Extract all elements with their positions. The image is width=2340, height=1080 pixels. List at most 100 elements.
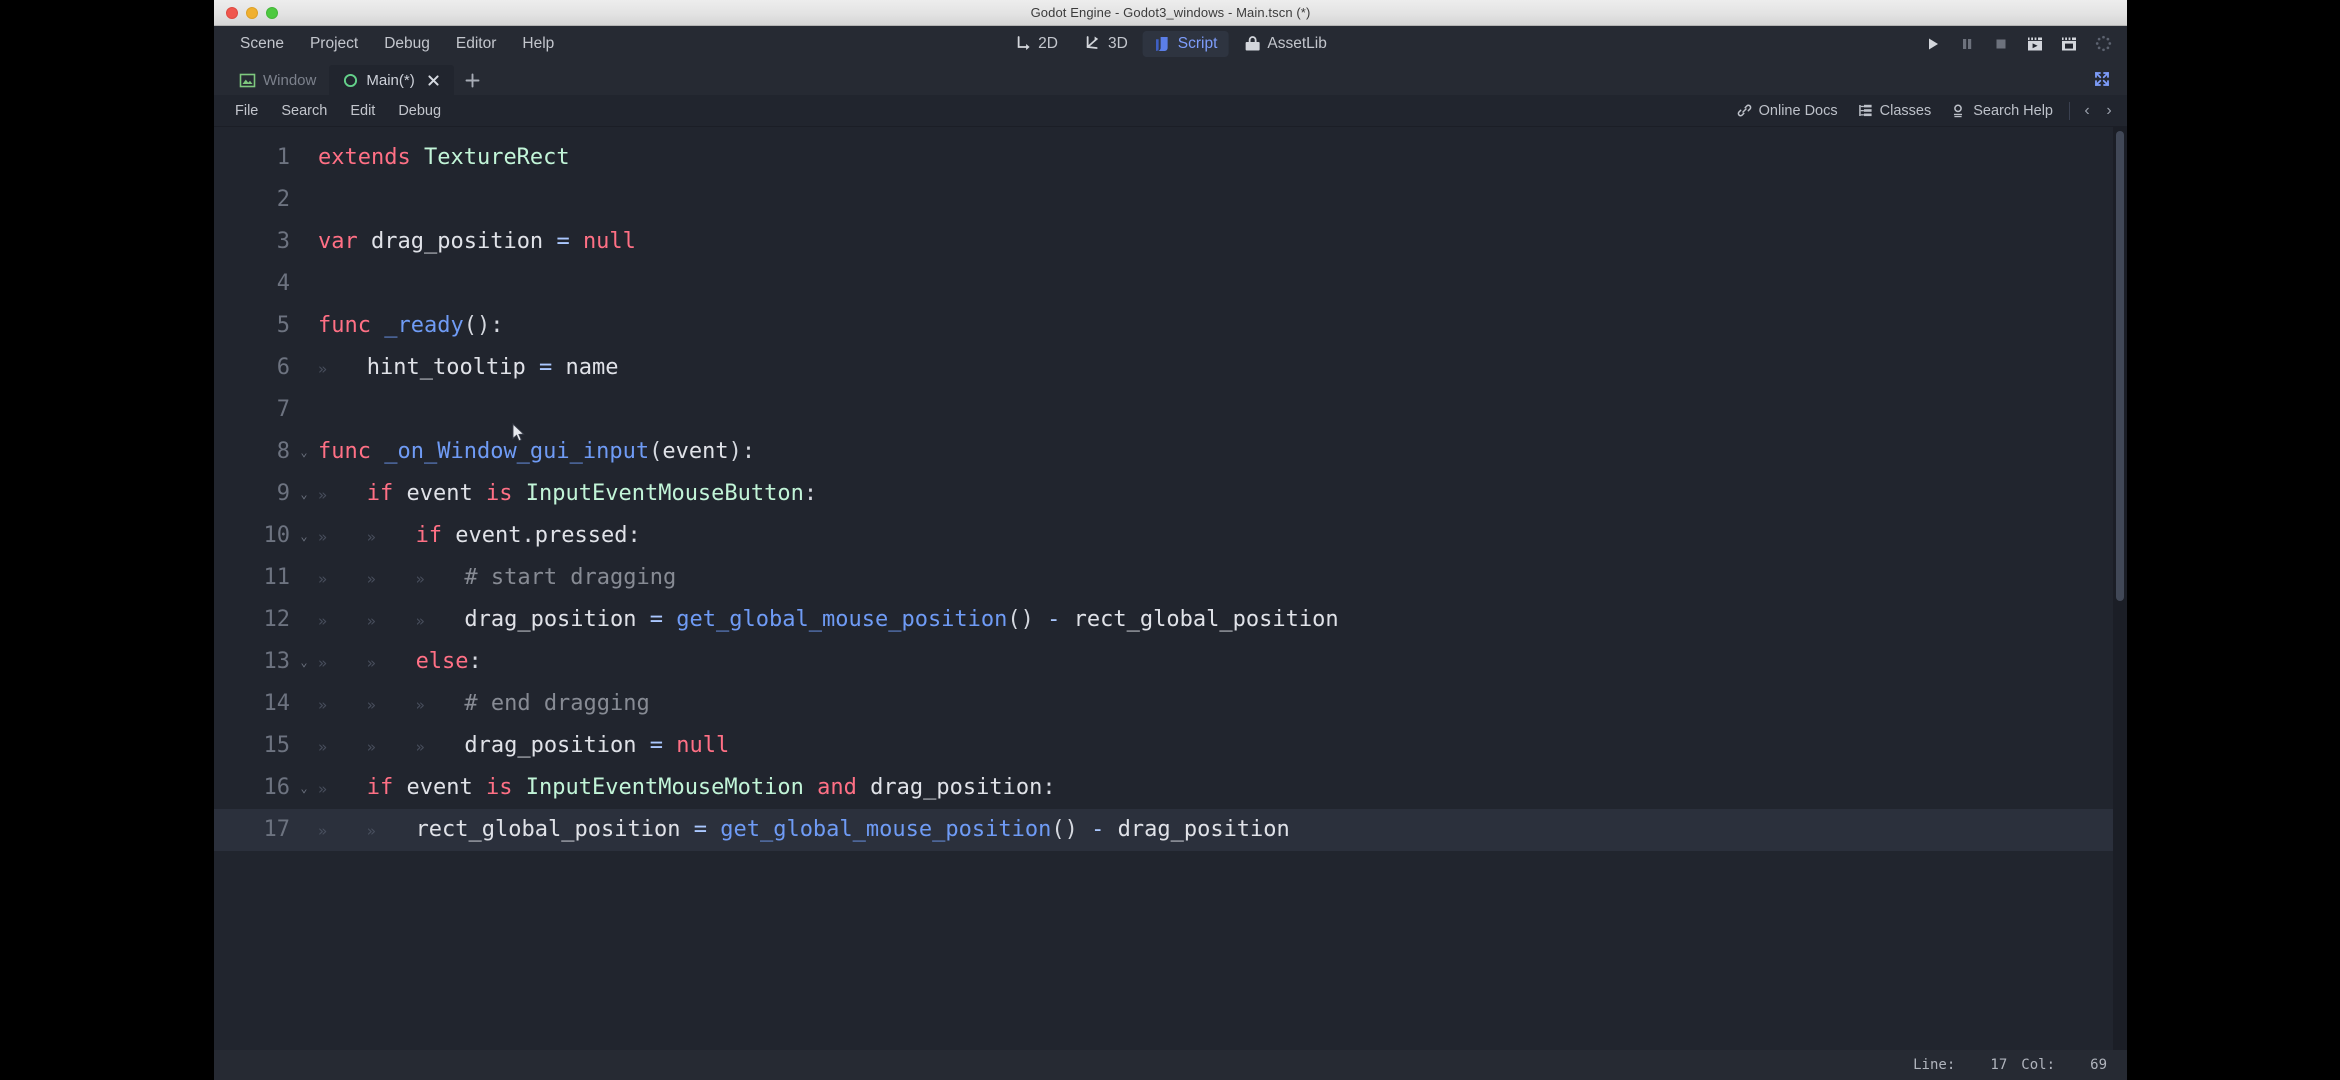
script-tab-strip: Window Main(*) bbox=[214, 61, 2127, 95]
token-punc: ( bbox=[649, 439, 663, 464]
menu-help[interactable]: Help bbox=[510, 30, 566, 58]
main-tab-2d[interactable]: 2D bbox=[1003, 31, 1069, 57]
code-line[interactable]: 16 ⌄» if event is InputEventMouseMotion a… bbox=[214, 767, 2127, 809]
code-line[interactable]: 9 ⌄» if event is InputEventMouseButton: bbox=[214, 473, 2127, 515]
close-window-button[interactable] bbox=[226, 7, 238, 19]
script-help-group: Online Docs Classes Search Help ‹ › bbox=[1728, 99, 2119, 123]
code-line[interactable]: 5 func _ready(): bbox=[214, 305, 2127, 347]
code-text: » » » drag_position = null bbox=[312, 725, 729, 768]
main-tab-label: Script bbox=[1177, 34, 1218, 52]
indent-guide: » bbox=[318, 611, 328, 630]
script-tab-window[interactable]: Window bbox=[226, 65, 329, 95]
maximize-window-button[interactable] bbox=[266, 7, 278, 19]
line-number: 15 bbox=[263, 733, 291, 758]
code-line[interactable]: 2 bbox=[214, 179, 2127, 221]
editor-vertical-scrollbar[interactable] bbox=[2113, 127, 2127, 1050]
script-menu-file[interactable]: File bbox=[224, 99, 269, 123]
menu-debug[interactable]: Debug bbox=[372, 30, 442, 58]
distraction-free-mode-icon[interactable] bbox=[2091, 68, 2113, 90]
code-line[interactable]: 7 bbox=[214, 389, 2127, 431]
indent-guide: » bbox=[318, 485, 328, 504]
script-menu-debug[interactable]: Debug bbox=[387, 99, 452, 123]
script-menu-edit[interactable]: Edit bbox=[339, 99, 386, 123]
token-punc: : bbox=[627, 522, 641, 548]
indent-guide: » bbox=[415, 695, 425, 714]
class-list-icon bbox=[1858, 103, 1874, 119]
token-punc: (): bbox=[463, 313, 504, 338]
history-previous-button[interactable]: ‹ bbox=[2077, 100, 2097, 122]
token-id bbox=[371, 439, 384, 464]
online-docs-button[interactable]: Online Docs bbox=[1728, 99, 1847, 123]
main-tab-3d[interactable]: 3D bbox=[1073, 31, 1139, 57]
classes-button[interactable]: Classes bbox=[1849, 99, 1941, 123]
play-button[interactable] bbox=[1923, 34, 1943, 54]
indent-guide: » bbox=[318, 779, 328, 798]
menu-editor[interactable]: Editor bbox=[444, 30, 509, 58]
code-line[interactable]: 1 extends TextureRect bbox=[214, 137, 2127, 179]
main-tab-label: 2D bbox=[1038, 34, 1058, 52]
play-scene-button[interactable] bbox=[2025, 34, 2045, 54]
token-id bbox=[513, 775, 526, 800]
code-line[interactable]: 12 » » » drag_position = get_global_mouse… bbox=[214, 599, 2127, 641]
line-number: 2 bbox=[276, 187, 290, 212]
code-line[interactable]: 17 » » rect_global_position = get_global_… bbox=[214, 809, 2127, 851]
col-value: 69 bbox=[2090, 1057, 2107, 1073]
token-kw: var bbox=[318, 229, 358, 254]
token-punc: . bbox=[521, 522, 535, 548]
fold-arrow-icon[interactable]: ⌄ bbox=[296, 515, 312, 557]
script-menu-search[interactable]: Search bbox=[270, 99, 338, 123]
token-id bbox=[663, 733, 676, 758]
token-id: name bbox=[552, 354, 619, 380]
code-editor[interactable]: 1 extends TextureRect 2 3 var drag_position … bbox=[214, 127, 2127, 1050]
code-line[interactable]: 10 ⌄» » if event.pressed: bbox=[214, 515, 2127, 557]
menu-scene[interactable]: Scene bbox=[228, 30, 296, 58]
history-next-button[interactable]: › bbox=[2099, 100, 2119, 122]
stop-button[interactable] bbox=[1991, 34, 2011, 54]
code-line[interactable]: 11 » » » # start dragging bbox=[214, 557, 2127, 599]
fold-arrow-icon[interactable]: ⌄ bbox=[296, 431, 312, 473]
token-kw: if bbox=[366, 774, 394, 800]
search-help-button[interactable]: Search Help bbox=[1942, 99, 2062, 123]
fold-arrow-icon[interactable]: ⌄ bbox=[296, 473, 312, 515]
code-line[interactable]: 8 ⌄ func _on_Window_gui_input(event): bbox=[214, 431, 2127, 473]
code-line[interactable]: 13 ⌄» » else: bbox=[214, 641, 2127, 683]
fold-arrow-icon[interactable]: ⌄ bbox=[296, 641, 312, 683]
code-text: func _ready(): bbox=[312, 305, 503, 347]
main-tab-script[interactable]: Script bbox=[1142, 30, 1229, 57]
pause-button[interactable] bbox=[1957, 34, 1977, 54]
scrollbar-thumb[interactable] bbox=[2116, 131, 2124, 601]
code-line[interactable]: 3 var drag_position = null bbox=[214, 221, 2127, 263]
code-text: » » else: bbox=[312, 641, 482, 684]
close-tab-button[interactable] bbox=[426, 73, 441, 88]
code-line[interactable]: 15 » » » drag_position = null bbox=[214, 725, 2127, 767]
token-id: hint_tooltip bbox=[366, 354, 539, 380]
token-id: drag_position bbox=[856, 774, 1043, 800]
token-kw: is bbox=[486, 774, 513, 800]
godot-editor: Scene Project Debug Editor Help 2D 3D Script As… bbox=[214, 26, 2127, 1080]
col-label: Col: bbox=[2021, 1057, 2055, 1073]
indent-guide: » bbox=[318, 569, 328, 588]
code-lines[interactable]: 1 extends TextureRect 2 3 var drag_position … bbox=[214, 127, 2127, 1050]
code-line[interactable]: 6 » hint_tooltip = name bbox=[214, 347, 2127, 389]
token-fn: _on_Window_gui_input bbox=[384, 439, 650, 464]
play-custom-scene-button[interactable] bbox=[2059, 34, 2079, 54]
indent-guide: » bbox=[318, 821, 328, 840]
new-script-tab-button[interactable] bbox=[462, 69, 484, 91]
fold-arrow-icon[interactable]: ⌄ bbox=[296, 767, 312, 809]
line-number: 16 bbox=[263, 775, 291, 800]
code-text: extends TextureRect bbox=[312, 137, 570, 179]
code-line[interactable]: 14 » » » # end dragging bbox=[214, 683, 2127, 725]
editor-main-tabs: 2D 3D Script AssetLib bbox=[1003, 30, 1338, 57]
token-kw: null bbox=[582, 229, 636, 254]
token-id: pressed bbox=[534, 522, 628, 548]
script-tab-main[interactable]: Main(*) bbox=[329, 65, 454, 95]
code-line[interactable]: 4 bbox=[214, 263, 2127, 305]
minimize-window-button[interactable] bbox=[246, 7, 258, 19]
menu-project[interactable]: Project bbox=[298, 30, 370, 58]
main-tab-assetlib[interactable]: AssetLib bbox=[1232, 31, 1337, 57]
